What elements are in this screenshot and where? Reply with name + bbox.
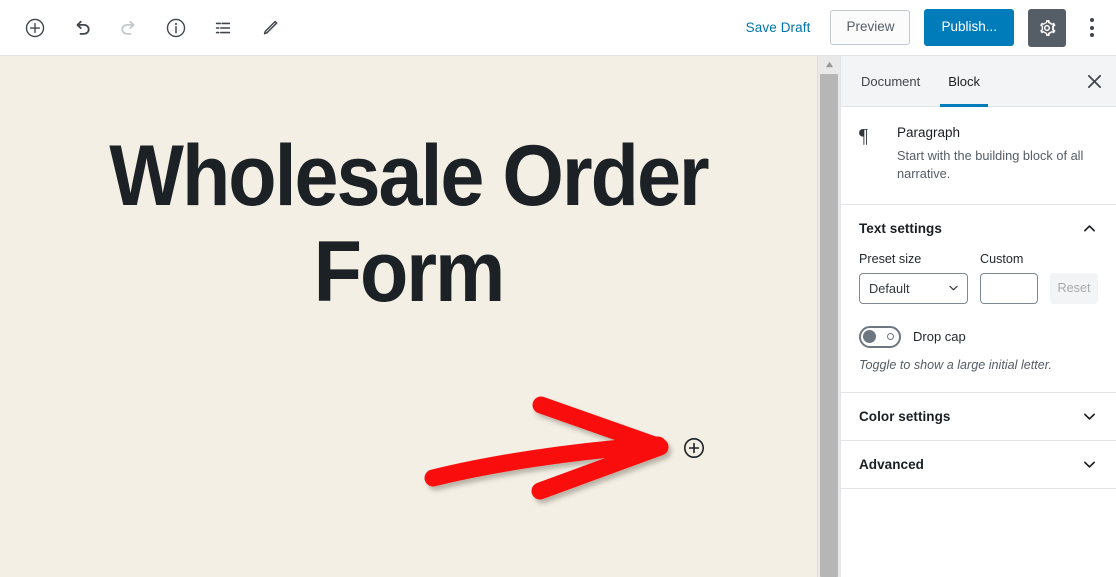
panel-advanced-header[interactable]: Advanced	[841, 441, 1116, 488]
tab-block[interactable]: Block	[934, 56, 994, 107]
preset-size-label: Preset size	[859, 251, 922, 266]
scroll-thumb[interactable]	[820, 74, 838, 577]
editor-canvas[interactable]: Wholesale Order Form	[0, 56, 817, 577]
more-options-icon	[1090, 25, 1094, 30]
block-navigation-icon[interactable]	[208, 13, 238, 43]
panel-advanced-title: Advanced	[859, 457, 924, 473]
more-options-icon	[1090, 33, 1094, 37]
panel-text-settings: Text settings Preset size Default Custom…	[841, 205, 1116, 394]
toggle-knob	[863, 330, 876, 344]
toggle-off-indicator	[887, 333, 894, 341]
block-info-text: Paragraph Start with the building block …	[897, 124, 1098, 184]
preset-size-group: Preset size Default	[859, 252, 968, 304]
reset-font-size-button[interactable]: Reset	[1050, 272, 1098, 304]
chevron-up-icon	[1084, 224, 1095, 232]
drop-cap-label: Drop cap	[913, 329, 966, 345]
toolbar-left-group	[20, 13, 285, 43]
block-info-card: ¶ Paragraph Start with the building bloc…	[841, 107, 1116, 205]
save-draft-button[interactable]: Save Draft	[740, 16, 817, 39]
sidebar-tab-bar: Document Block	[841, 56, 1116, 107]
drop-cap-help-text: Toggle to show a large initial letter.	[859, 357, 1052, 372]
panel-text-settings-body: Preset size Default Custom Reset Drop ca…	[841, 252, 1116, 393]
font-size-controls: Preset size Default Custom Reset	[859, 252, 1098, 304]
panel-color-settings-title: Color settings	[859, 409, 951, 425]
custom-size-label: Custom	[980, 251, 1024, 266]
block-inserter-plus-button[interactable]	[682, 436, 706, 460]
publish-button[interactable]: Publish...	[924, 9, 1014, 46]
drop-cap-row: Drop cap	[859, 325, 1098, 348]
add-block-icon[interactable]	[20, 13, 50, 43]
editor-body: Wholesale Order Form Document Block ¶ Pa…	[0, 56, 1116, 577]
preset-size-select[interactable]: Default	[859, 272, 968, 304]
info-icon[interactable]	[161, 13, 191, 43]
redo-icon[interactable]	[114, 13, 144, 43]
tab-document[interactable]: Document	[847, 56, 934, 106]
edit-pencil-icon[interactable]	[255, 13, 285, 43]
block-description: Start with the building block of all nar…	[897, 147, 1084, 182]
panel-text-settings-header[interactable]: Text settings	[841, 205, 1116, 252]
plus-circle-icon	[684, 438, 704, 458]
panel-color-settings-header[interactable]: Color settings	[841, 393, 1116, 440]
gear-icon	[1040, 19, 1056, 36]
custom-size-group: Custom	[980, 252, 1038, 304]
drop-cap-toggle[interactable]	[859, 325, 901, 348]
block-editor-window: Save Draft Preview Publish... Wholesale …	[0, 0, 1116, 577]
reset-group: Reset	[1050, 272, 1098, 304]
close-icon	[1087, 74, 1101, 88]
more-options-icon	[1090, 18, 1094, 22]
annotation-arrow-icon	[424, 396, 669, 500]
toolbar-right-group: Save Draft Preview Publish...	[740, 8, 1104, 47]
undo-icon[interactable]	[67, 13, 97, 43]
scroll-up-arrow[interactable]	[818, 56, 840, 73]
preview-button[interactable]: Preview	[830, 10, 911, 45]
custom-size-input[interactable]	[980, 272, 1038, 304]
settings-gear-button[interactable]	[1028, 8, 1066, 47]
paragraph-icon: ¶	[859, 125, 869, 147]
close-sidebar-button[interactable]	[1072, 56, 1116, 106]
settings-sidebar: Document Block ¶ Paragraph Start with th…	[840, 56, 1116, 577]
page-title[interactable]: Wholesale Order Form	[33, 128, 785, 321]
canvas-scrollbar[interactable]	[817, 56, 840, 577]
panel-color-settings: Color settings	[841, 393, 1116, 442]
chevron-down-icon	[1084, 461, 1095, 468]
panel-text-settings-title: Text settings	[859, 220, 942, 236]
chevron-up-icon	[825, 61, 833, 68]
editor-toolbar: Save Draft Preview Publish...	[0, 0, 1116, 56]
more-options-button[interactable]	[1080, 10, 1104, 46]
block-title: Paragraph	[897, 125, 961, 140]
panel-advanced: Advanced	[841, 441, 1116, 490]
chevron-down-icon	[1084, 413, 1095, 420]
